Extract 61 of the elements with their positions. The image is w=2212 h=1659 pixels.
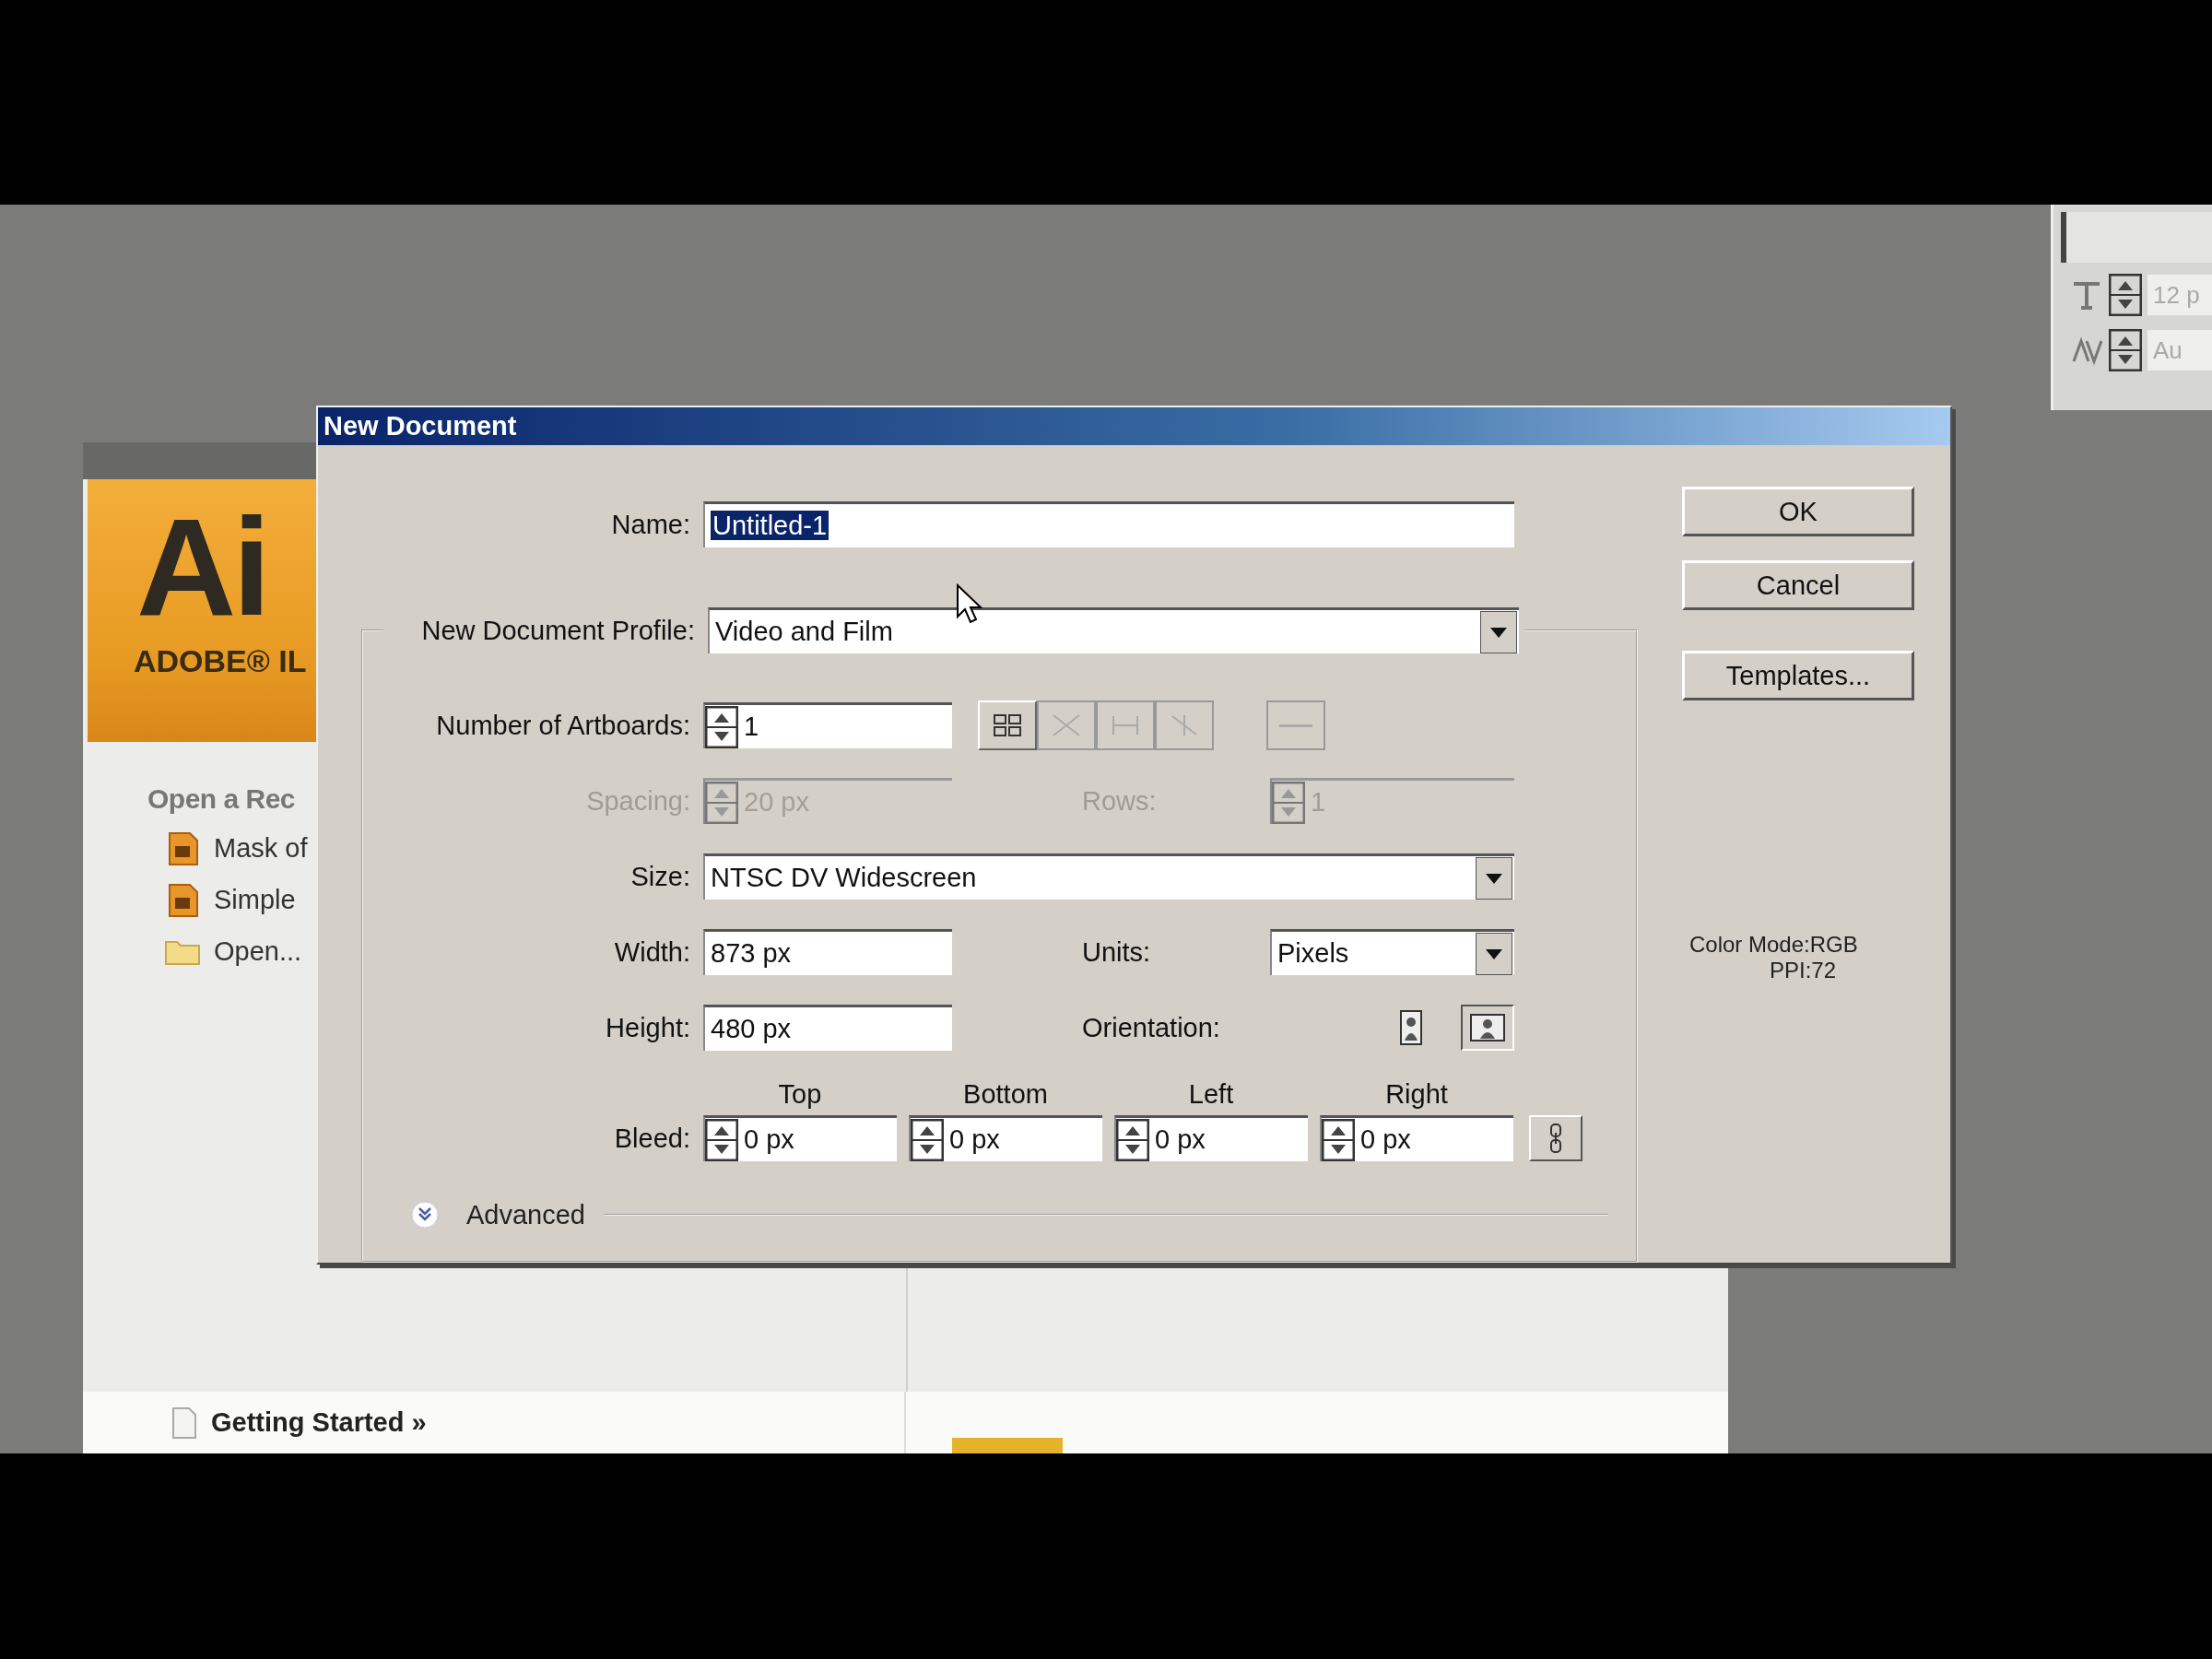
document-icon	[171, 1406, 198, 1440]
bleed-side-label: Top	[777, 1079, 823, 1111]
mouse-cursor-icon	[956, 583, 983, 626]
dropdown-arrow-icon[interactable]	[1476, 932, 1512, 975]
units-dropdown[interactable]: Pixels	[1270, 929, 1514, 975]
artboards-field[interactable]: 1	[703, 702, 952, 748]
section-heading: Open a Rec	[147, 783, 296, 815]
bleed-side-label: Left	[1187, 1079, 1235, 1111]
artboard-layout-icon	[1171, 714, 1198, 736]
orientation-button[interactable]	[1461, 1005, 1514, 1051]
spinner-icon[interactable]	[1116, 1118, 1149, 1161]
field-label: Size:	[629, 861, 691, 892]
artboard-layout-icon	[994, 714, 1021, 736]
bleed-side-label: Right	[1384, 1079, 1449, 1111]
dash-icon	[1279, 724, 1312, 727]
artboard-layout-icon	[1053, 714, 1080, 736]
dialog-title: New Document	[318, 407, 1950, 445]
logo-text: Ai	[136, 498, 267, 636]
document-info: PPI:72	[1770, 958, 1838, 983]
document-info: Color Mode:RGB	[1689, 932, 1859, 958]
dropdown-arrow-icon[interactable]	[1480, 610, 1517, 653]
field-label: Units:	[1081, 936, 1152, 968]
field-label: Name:	[610, 509, 691, 540]
profile-dropdown[interactable]: Video and Film	[708, 607, 1519, 653]
field-label: Number of Artboards:	[435, 710, 691, 741]
spinner-icon[interactable]	[2109, 329, 2142, 371]
logo-subtitle: ADOBE® IL	[134, 643, 307, 679]
recent-file-link[interactable]: Mask of	[214, 832, 308, 864]
field-label: Height:	[605, 1012, 691, 1043]
size-dropdown[interactable]: NTSC DV Widescreen	[703, 853, 1514, 900]
landscape-icon	[1469, 1013, 1506, 1042]
dialog-button[interactable]: Cancel	[1682, 560, 1914, 610]
spinner-icon[interactable]	[705, 1118, 738, 1161]
font-field[interactable]	[2061, 212, 2212, 263]
recent-file-link[interactable]: Simple	[214, 884, 296, 915]
field-label: Bleed:	[613, 1123, 691, 1154]
advanced-label[interactable]: Advanced	[466, 1199, 585, 1230]
height-field[interactable]: 480 px	[703, 1005, 952, 1051]
width-field[interactable]: 873 px	[703, 929, 952, 975]
dropdown-arrow-icon[interactable]	[1476, 856, 1512, 900]
spinner-icon[interactable]	[2109, 274, 2142, 316]
getting-started-link[interactable]: Getting Started »	[211, 1407, 427, 1438]
field-label: New Document Profile:	[420, 615, 696, 646]
spinner-icon[interactable]	[1322, 1118, 1355, 1161]
field-label: Width:	[613, 936, 691, 968]
bleed-field[interactable]: 0 px	[1114, 1115, 1308, 1161]
field-label: Orientation:	[1081, 1012, 1221, 1043]
recent-file-link[interactable]: Open...	[214, 935, 302, 967]
name-field[interactable]: Untitled-1	[703, 501, 1514, 547]
bleed-field[interactable]: 0 px	[703, 1115, 897, 1161]
bleed-field[interactable]: 0 px	[1320, 1115, 1513, 1161]
expand-chevron-icon[interactable]	[411, 1201, 439, 1229]
artboard-layout-icon	[1112, 714, 1139, 736]
bleed-side-label: Bottom	[962, 1079, 1049, 1111]
bleed-field[interactable]: 0 px	[909, 1115, 1102, 1161]
link-button[interactable]	[1529, 1115, 1583, 1161]
portrait-icon	[1397, 1009, 1425, 1046]
dialog-button[interactable]: Templates...	[1682, 651, 1914, 700]
spinner-icon[interactable]	[705, 705, 738, 748]
dialog-button[interactable]: OK	[1682, 487, 1914, 536]
spinner-icon[interactable]	[911, 1118, 944, 1161]
